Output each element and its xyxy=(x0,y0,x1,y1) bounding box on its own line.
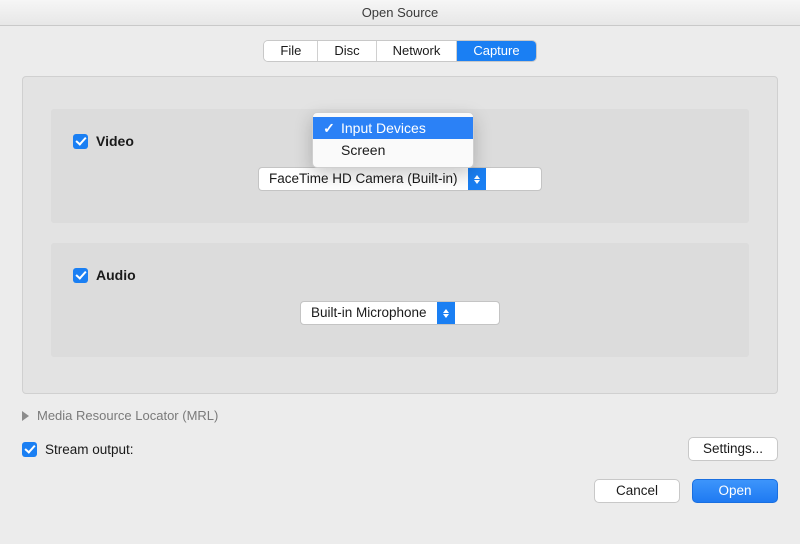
stream-output-checkbox[interactable] xyxy=(22,442,37,457)
tab-file[interactable]: File xyxy=(264,41,318,61)
mrl-disclosure[interactable]: Media Resource Locator (MRL) xyxy=(22,408,778,423)
audio-label: Audio xyxy=(96,267,136,283)
chevron-up-down-icon xyxy=(468,168,486,190)
video-label: Video xyxy=(96,133,134,149)
capture-mode-menu: ✓ Input Devices Screen xyxy=(312,112,474,168)
audio-group: Audio Built-in Microphone xyxy=(51,243,749,357)
disclosure-triangle-icon xyxy=(22,411,29,421)
checkmark-icon: ✓ xyxy=(321,120,337,137)
settings-button[interactable]: Settings... xyxy=(688,437,778,461)
audio-device-select[interactable]: Built-in Microphone xyxy=(300,301,500,325)
menu-item-input-devices[interactable]: ✓ Input Devices xyxy=(313,117,473,139)
tab-capture[interactable]: Capture xyxy=(457,41,535,61)
cancel-button[interactable]: Cancel xyxy=(594,479,680,503)
chevron-up-down-icon xyxy=(437,302,455,324)
menu-item-screen[interactable]: Screen xyxy=(313,139,473,161)
tab-disc[interactable]: Disc xyxy=(318,41,376,61)
audio-device-value: Built-in Microphone xyxy=(301,302,437,324)
source-tabs: File Disc Network Capture xyxy=(22,40,778,62)
video-device-select[interactable]: FaceTime HD Camera (Built-in) xyxy=(258,167,542,191)
mrl-label: Media Resource Locator (MRL) xyxy=(37,408,218,423)
stream-output-label: Stream output: xyxy=(45,442,134,457)
menu-item-label: Input Devices xyxy=(341,120,426,136)
open-button[interactable]: Open xyxy=(692,479,778,503)
tab-network[interactable]: Network xyxy=(377,41,458,61)
audio-checkbox[interactable] xyxy=(73,268,88,283)
menu-item-label: Screen xyxy=(341,142,385,158)
window-title: Open Source xyxy=(0,0,800,26)
video-device-value: FaceTime HD Camera (Built-in) xyxy=(259,168,468,190)
video-checkbox[interactable] xyxy=(73,134,88,149)
